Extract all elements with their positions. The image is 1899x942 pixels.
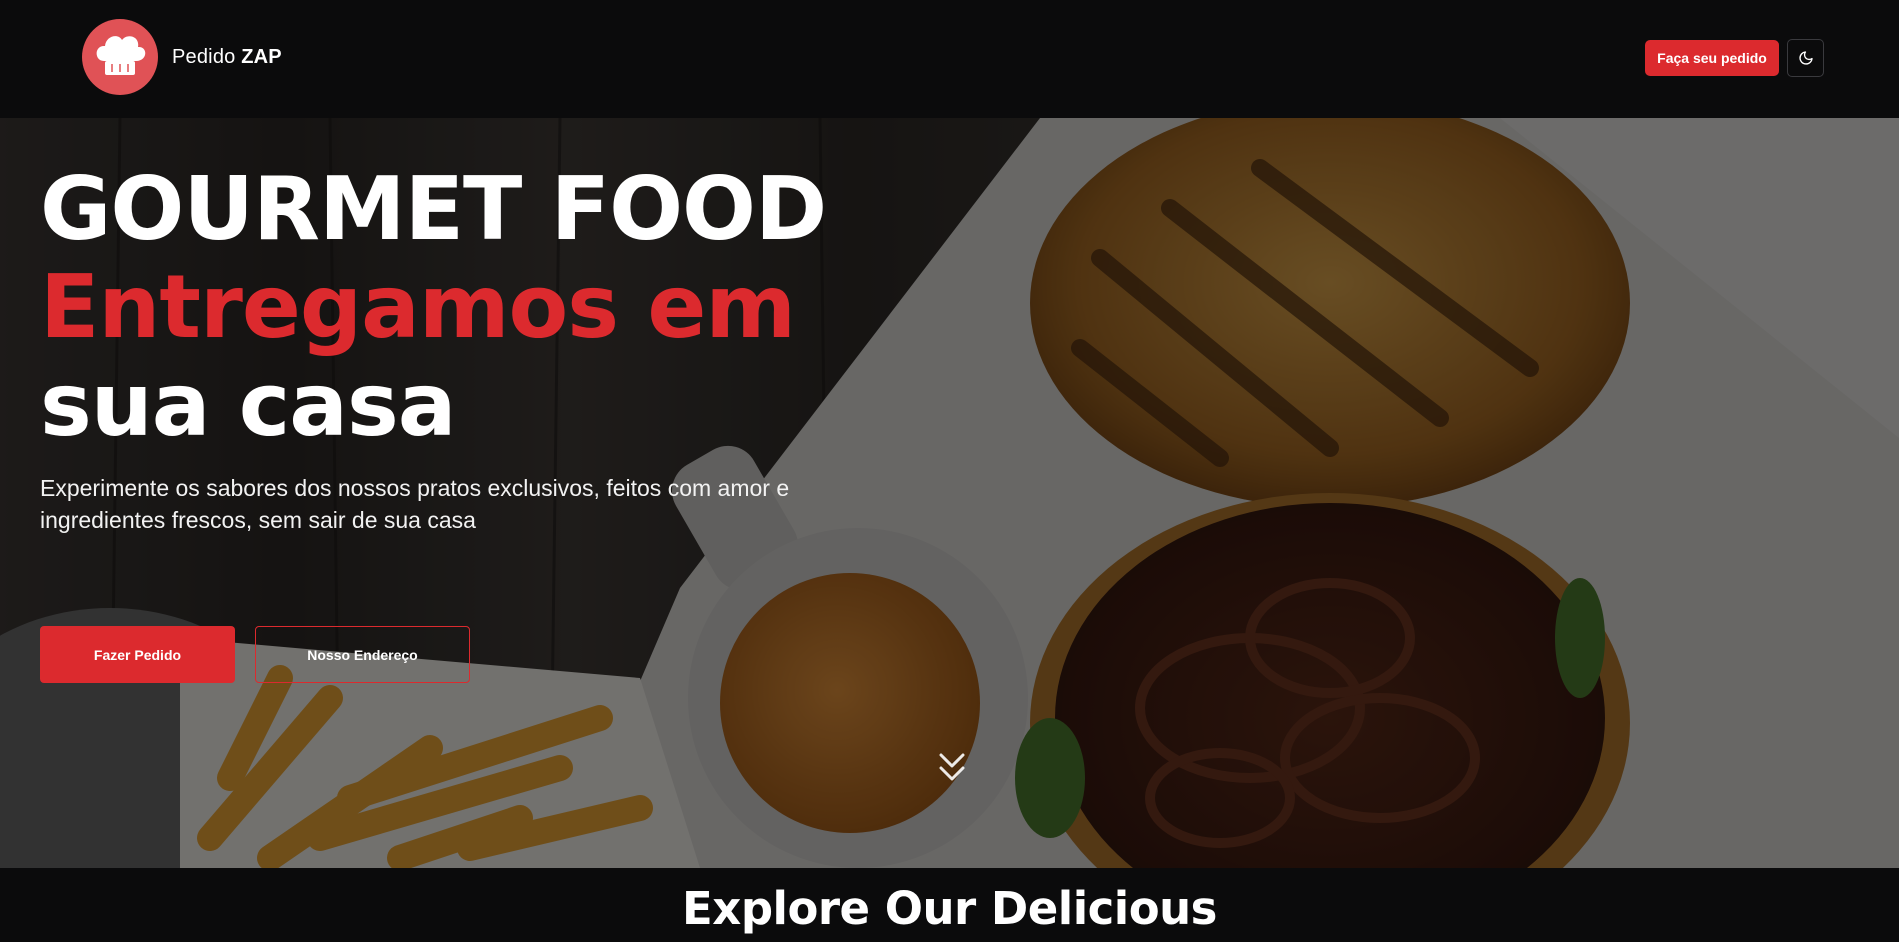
explore-section: Explore Our Delicious	[0, 868, 1899, 942]
hero-content: GOURMET FOOD Entregamos em sua casa Expe…	[40, 160, 860, 536]
navbar: Pedido ZAP Faça seu pedido	[0, 0, 1899, 118]
chevrons-down-icon[interactable]	[937, 751, 967, 785]
hero-title-line2: Entregamos em	[40, 256, 796, 358]
our-address-button[interactable]: Nosso Endereço	[255, 626, 470, 683]
brand-link[interactable]: Pedido ZAP	[82, 19, 282, 95]
moon-icon	[1798, 50, 1814, 66]
brand-prefix: Pedido	[172, 45, 236, 68]
hero-title: GOURMET FOOD Entregamos em sua casa	[40, 160, 860, 454]
brand-suffix: ZAP	[241, 45, 282, 68]
brand-name: Pedido ZAP	[172, 46, 282, 69]
chef-hat-logo-icon	[82, 19, 158, 95]
hero-subtitle: Experimente os sabores dos nossos pratos…	[40, 475, 790, 533]
place-order-button[interactable]: Faça seu pedido	[1645, 40, 1779, 76]
hero-title-line3: sua casa	[40, 354, 457, 456]
hero-section: GOURMET FOOD Entregamos em sua casa Expe…	[0, 118, 1899, 868]
make-order-button[interactable]: Fazer Pedido	[40, 626, 235, 683]
hero-title-line1: GOURMET FOOD	[40, 158, 827, 260]
explore-title: Explore Our Delicious	[682, 882, 1217, 935]
theme-toggle-button[interactable]	[1787, 39, 1824, 77]
